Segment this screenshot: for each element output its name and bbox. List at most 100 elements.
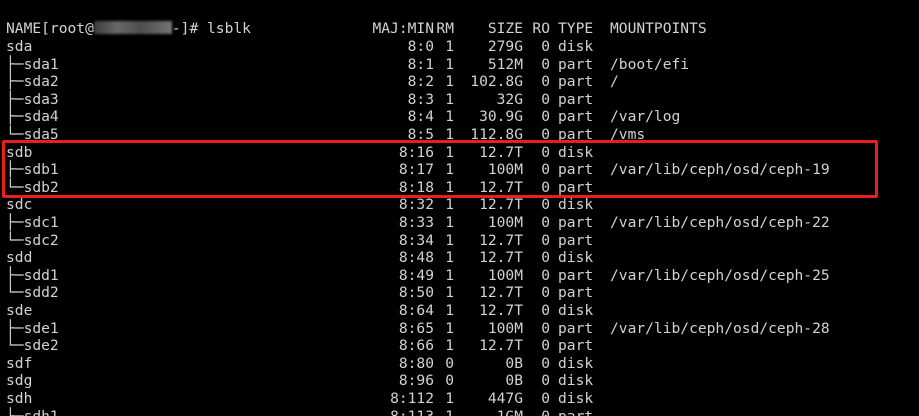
cell-ro: 0 — [541, 266, 550, 284]
cell-size: 12.7T — [479, 302, 523, 319]
cell-majmin: 8:4 — [407, 108, 434, 126]
cell-name: └─sdc2 — [6, 231, 59, 249]
table-row: └─sdc2 8:34 1 12.7T 0 part — [6, 232, 906, 250]
cell-rm: 1 — [445, 55, 454, 73]
cell-name: ├─sdb1 — [6, 161, 59, 179]
cell-mount: /vms — [610, 126, 646, 143]
cell-ro: 0 — [541, 284, 550, 302]
table-row: └─sdd2 8:50 1 12.7T 0 part — [6, 284, 906, 302]
cell-rm: 1 — [445, 178, 454, 196]
cell-rm: 1 — [436, 408, 454, 416]
cell-size: 512M — [487, 55, 523, 73]
cell-type: part — [558, 284, 594, 302]
cell-majmin: 8:49 — [398, 266, 434, 284]
cell-name: sde — [6, 302, 33, 319]
cell-rm: 1 — [445, 302, 454, 319]
cell-ro: 0 — [541, 390, 550, 407]
cell-name: sdc — [6, 196, 33, 214]
cell-name: └─sda5 — [6, 126, 59, 143]
cell-type: part — [558, 126, 594, 143]
cell-rm: 1 — [445, 214, 454, 231]
cell-size: 12.7T — [479, 231, 523, 249]
cell-majmin: 8:2 — [407, 73, 434, 91]
cell-size: 100M — [487, 266, 523, 284]
cell-rm: 1 — [445, 126, 454, 143]
cell-type: part — [558, 319, 594, 337]
cell-name: ├─sdd1 — [6, 266, 59, 284]
cell-ro: 0 — [541, 372, 550, 390]
cell-ro: 0 — [541, 231, 550, 249]
cell-size: 0B — [505, 354, 523, 372]
cell-majmin: 8:50 — [398, 284, 434, 302]
cell-type: part — [558, 408, 598, 416]
cell-ro: 0 — [541, 73, 550, 91]
cell-size: 12.7T — [479, 337, 523, 355]
table-row: sde 8:64 1 12.7T 0 disk — [6, 302, 906, 320]
header-name: NAME — [6, 20, 42, 37]
cell-rm: 1 — [445, 249, 454, 267]
cell-size: 12.7T — [479, 249, 523, 267]
cell-type: disk — [558, 302, 594, 319]
header-type: TYPE — [558, 20, 594, 37]
cell-ro: 0 — [541, 38, 550, 55]
cell-ro: 0 — [530, 408, 550, 416]
header-rm: RM — [436, 20, 454, 37]
table-row: sdc 8:32 1 12.7T 0 disk — [6, 196, 906, 214]
cell-mount: /var/lib/ceph/osd/ceph-28 — [610, 319, 830, 337]
header-majmin: MAJ:MIN — [372, 20, 434, 37]
cell-rm: 1 — [445, 390, 454, 407]
cell-size: 100M — [487, 214, 523, 231]
cell-majmin: 8:18 — [398, 178, 434, 196]
cell-name: sdh — [6, 390, 33, 407]
table-row: sdb 8:16 1 12.7T 0 disk — [6, 144, 906, 162]
cell-majmin: 8:112 — [390, 390, 434, 407]
cell-size: 102.8G — [470, 73, 523, 91]
cell-ro: 0 — [541, 249, 550, 267]
table-row: ├─sda1 8:1 1 512M 0 part/boot/efi — [6, 56, 906, 74]
cell-name: sdf — [6, 354, 33, 372]
cell-majmin: 8:0 — [407, 38, 434, 55]
cell-mount: /boot/efi — [610, 55, 690, 73]
cell-name: sda — [6, 38, 33, 55]
table-row: sda 8:0 1 279G 0 disk — [6, 38, 906, 56]
cell-size: 0B — [505, 372, 523, 390]
table-row: ├─sdd1 8:49 1 100M 0 part/var/lib/ceph/osd/ce… — [6, 267, 906, 285]
cell-rm: 1 — [445, 284, 454, 302]
cell-majmin: 8:96 — [398, 372, 434, 390]
cell-rm: 1 — [445, 73, 454, 91]
cell-majmin: 8:17 — [398, 161, 434, 179]
table-row: ├─sda2 8:2 1 102.8G 0 part / — [6, 73, 906, 91]
cell-size: 279G — [487, 38, 523, 55]
cell-name: ├─sdh1 — [6, 408, 59, 416]
cell-majmin: 8:16 — [398, 143, 434, 161]
cell-majmin: 8:65 — [398, 319, 434, 337]
cell-mount: /var/lib/ceph/osd/ceph-22 — [610, 214, 830, 231]
terminal-window[interactable]: [root@ -]# lsblk NAME MAJ:MIN RM SIZE RO … — [0, 0, 919, 416]
table-row: sdf 8:80 0 0B 0 disk — [6, 355, 906, 373]
cell-type: part — [558, 161, 594, 179]
cell-rm: 1 — [445, 319, 454, 337]
cell-name: sdb — [6, 143, 33, 161]
cell-name: sdd — [6, 249, 33, 267]
cell-ro: 0 — [541, 214, 550, 231]
cell-size: 12.7T — [479, 178, 523, 196]
cell-rm: 1 — [445, 108, 454, 126]
cell-name: ├─sda1 — [6, 55, 59, 73]
cell-size: 447G — [487, 390, 523, 407]
cell-ro: 0 — [541, 354, 550, 372]
cell-majmin: 8:113 — [352, 408, 434, 416]
cell-type: part — [558, 178, 594, 196]
header-size: SIZE — [487, 20, 523, 37]
cell-size: 112.8G — [470, 126, 523, 143]
cell-size: 1GM — [461, 408, 523, 416]
cell-majmin: 8:34 — [398, 231, 434, 249]
table-row: └─sda5 8:5 1 112.8G 0 part/vms — [6, 126, 906, 144]
cell-size: 12.7T — [479, 284, 523, 302]
cell-ro: 0 — [541, 143, 550, 161]
cell-rm: 1 — [445, 337, 454, 355]
cell-rm: 1 — [445, 38, 454, 55]
cell-rm: 0 — [445, 354, 454, 372]
table-row: ├─sda4 8:4 1 30.9G 0 part/var/log — [6, 108, 906, 126]
cell-majmin: 8:5 — [407, 126, 434, 143]
table-row: sdh 8:112 1 447G 0 disk — [6, 390, 906, 408]
